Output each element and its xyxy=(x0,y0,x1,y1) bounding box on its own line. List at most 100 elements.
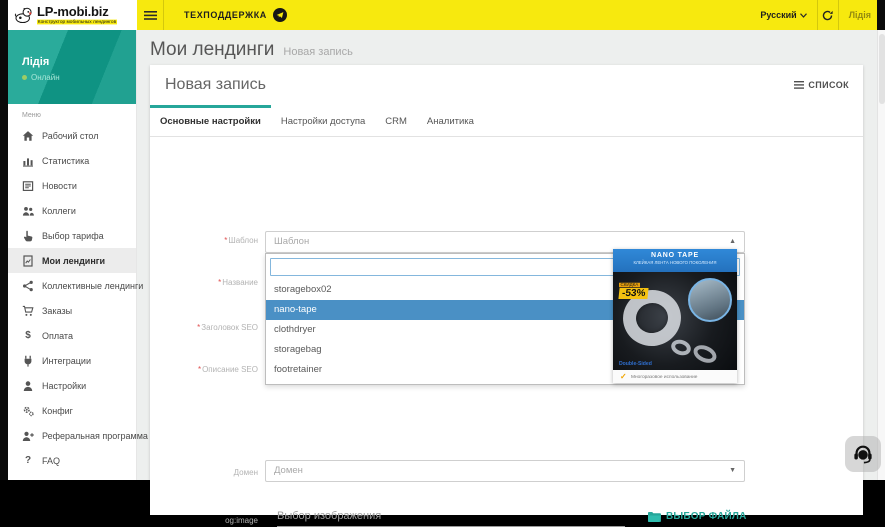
sidebar-item-label: Оплата xyxy=(42,330,73,341)
news-icon xyxy=(22,180,34,192)
og-image-input[interactable] xyxy=(277,505,625,527)
sidebar-item-label: Интеграции xyxy=(42,355,91,366)
sidebar-item-my-landings[interactable]: Мои лендинги xyxy=(8,248,136,273)
sidebar-item-label: Мои лендинги xyxy=(42,255,106,266)
template-preview-thumbnail[interactable]: NANO TAPE КЛЕЙКАЯ ЛЕНТА НОВОГО ПОКОЛЕНИЯ… xyxy=(613,249,737,383)
dog-logo-icon xyxy=(14,7,32,24)
folder-icon xyxy=(648,512,661,522)
preview-inset-photo xyxy=(688,278,732,322)
sidebar-item-label: Статистика xyxy=(42,155,90,166)
choose-file-button[interactable]: ВЫБОР ФАЙЛА xyxy=(647,511,747,522)
plug-icon xyxy=(22,355,34,367)
domain-field-label: Домен xyxy=(233,468,258,477)
chevron-down-icon xyxy=(799,12,807,18)
sidebar-user-name: Лідія xyxy=(22,56,50,68)
sidebar-item-label: Коллеги xyxy=(42,205,76,216)
sidebar-item-payment[interactable]: $ Оплата xyxy=(8,323,136,348)
cogs-icon xyxy=(22,405,34,417)
card-title: Новая запись xyxy=(165,76,266,93)
sidebar-item-news[interactable]: Новости xyxy=(8,173,136,198)
sidebar-menu: Рабочий стол Статистика Новости Коллеги Выбо… xyxy=(8,123,148,473)
telegram-icon xyxy=(272,8,287,22)
seo-description-field-label: *Описание SEO xyxy=(197,365,258,374)
headset-icon xyxy=(854,445,872,464)
sidebar-item-label: Настройки xyxy=(42,380,87,391)
tab-основные-настройки[interactable]: Основные настройки xyxy=(150,105,271,136)
share-icon xyxy=(22,280,34,292)
tab-настройки-доступа[interactable]: Настройки доступа xyxy=(271,107,375,136)
dollar-icon: $ xyxy=(25,329,31,341)
sidebar-item-orders[interactable]: Заказы xyxy=(8,298,136,323)
breadcrumb: Новая запись xyxy=(283,46,353,58)
seo-title-field-label: *Заголовок SEO xyxy=(197,323,258,332)
screen-left-edge xyxy=(0,0,8,480)
caret-down-icon: ▼ xyxy=(729,467,736,474)
sidebar-item-label: Заказы xyxy=(42,305,73,316)
name-field-label: *Название xyxy=(218,278,258,287)
app-window: LP-mobi.biz Конструктор мобильных лендин… xyxy=(8,0,877,527)
domain-select[interactable]: Домен ▼ xyxy=(265,460,745,482)
users-icon xyxy=(22,205,34,217)
logo-title: LP-mobi.biz xyxy=(37,4,109,19)
tab-crm[interactable]: CRM xyxy=(375,107,417,136)
sidebar-item-dashboard[interactable]: Рабочий стол xyxy=(8,123,136,148)
sidebar-item-collective-landings[interactable]: Коллективные лендинги xyxy=(8,273,143,298)
choose-file-label: ВЫБОР ФАЙЛА xyxy=(666,511,747,522)
scrollbar-thumb[interactable] xyxy=(879,34,885,104)
user-icon xyxy=(22,380,34,392)
discount-badge: СКИДКА -53% xyxy=(618,282,649,299)
sidebar-item-label: Реферальная программа xyxy=(42,430,148,441)
sidebar-item-colleagues[interactable]: Коллеги xyxy=(8,198,136,223)
tab-bar: Основные настройки Настройки доступа CRM Ан… xyxy=(150,105,863,137)
page-scrollbar[interactable] xyxy=(877,30,885,480)
sidebar-item-statistics[interactable]: Статистика xyxy=(8,148,136,173)
list-button-label: СПИСОК xyxy=(808,80,849,90)
template-field-label: *Шаблон xyxy=(224,236,258,245)
hand-icon xyxy=(22,230,34,242)
page-header: Мои лендинги Новая запись xyxy=(137,30,877,61)
refresh-icon[interactable] xyxy=(818,0,838,30)
topbar-user-menu[interactable]: Лідія xyxy=(839,0,877,30)
list-button[interactable]: СПИСОК xyxy=(794,80,849,90)
list-icon xyxy=(794,81,805,89)
topbar-user-name: Лідія xyxy=(848,10,871,20)
main-content: Мои лендинги Новая запись Новая запись С… xyxy=(137,30,877,527)
logo[interactable]: LP-mobi.biz Конструктор мобильных лендин… xyxy=(8,0,137,30)
cart-icon xyxy=(22,305,34,317)
check-icon: ✓ xyxy=(620,371,627,381)
menu-section-label: Меню xyxy=(22,112,41,119)
sidebar-item-label: Конфиг xyxy=(42,405,73,416)
sidebar-item-label: Рабочий стол xyxy=(42,130,99,141)
preview-header: NANO TAPE КЛЕЙКАЯ ЛЕНТА НОВОГО ПОКОЛЕНИЯ xyxy=(613,249,737,272)
sidebar: Лідія Онлайн Меню Рабочий стол Статистика… xyxy=(8,30,148,480)
preview-caption: Double-Sided xyxy=(619,361,652,367)
topbar-yellow: ТЕХПОДДЕРЖКА Русский Лідія xyxy=(137,0,877,30)
preview-subtitle: КЛЕЙКАЯ ЛЕНТА НОВОГО ПОКОЛЕНИЯ xyxy=(633,260,717,266)
online-status-dot xyxy=(22,75,27,80)
tab-аналитика[interactable]: Аналитика xyxy=(417,107,484,136)
menu-toggle-icon[interactable] xyxy=(137,10,163,20)
screen-right-edge xyxy=(877,0,885,30)
user-plus-icon xyxy=(22,430,34,442)
tech-support-label: ТЕХПОДДЕРЖКА xyxy=(184,10,267,20)
sidebar-item-referral[interactable]: Реферальная программа xyxy=(8,423,148,448)
sidebar-item-faq[interactable]: ? FAQ xyxy=(8,448,136,473)
sidebar-item-label: FAQ xyxy=(42,455,61,466)
tech-support-button[interactable]: ТЕХПОДДЕРЖКА xyxy=(164,0,301,30)
sidebar-item-config[interactable]: Конфиг xyxy=(8,398,136,423)
sidebar-item-settings[interactable]: Настройки xyxy=(8,373,136,398)
question-icon: ? xyxy=(24,454,32,466)
landing-icon xyxy=(22,254,34,267)
language-label: Русский xyxy=(760,10,797,20)
home-icon xyxy=(22,130,34,142)
sidebar-item-tariff[interactable]: Выбор тарифа xyxy=(8,223,136,248)
chart-icon xyxy=(22,155,34,167)
og-image-field-label: og:image xyxy=(225,516,258,525)
language-selector[interactable]: Русский xyxy=(750,0,816,30)
sidebar-item-integrations[interactable]: Интеграции xyxy=(8,348,136,373)
preview-footer: ✓ Многоразовое использование xyxy=(613,370,737,383)
logo-tagline: Конструктор мобильных лендингов xyxy=(37,19,118,25)
online-status-label: Онлайн xyxy=(31,73,60,82)
sidebar-item-label: Новости xyxy=(42,180,77,191)
support-chat-button[interactable] xyxy=(845,436,881,472)
